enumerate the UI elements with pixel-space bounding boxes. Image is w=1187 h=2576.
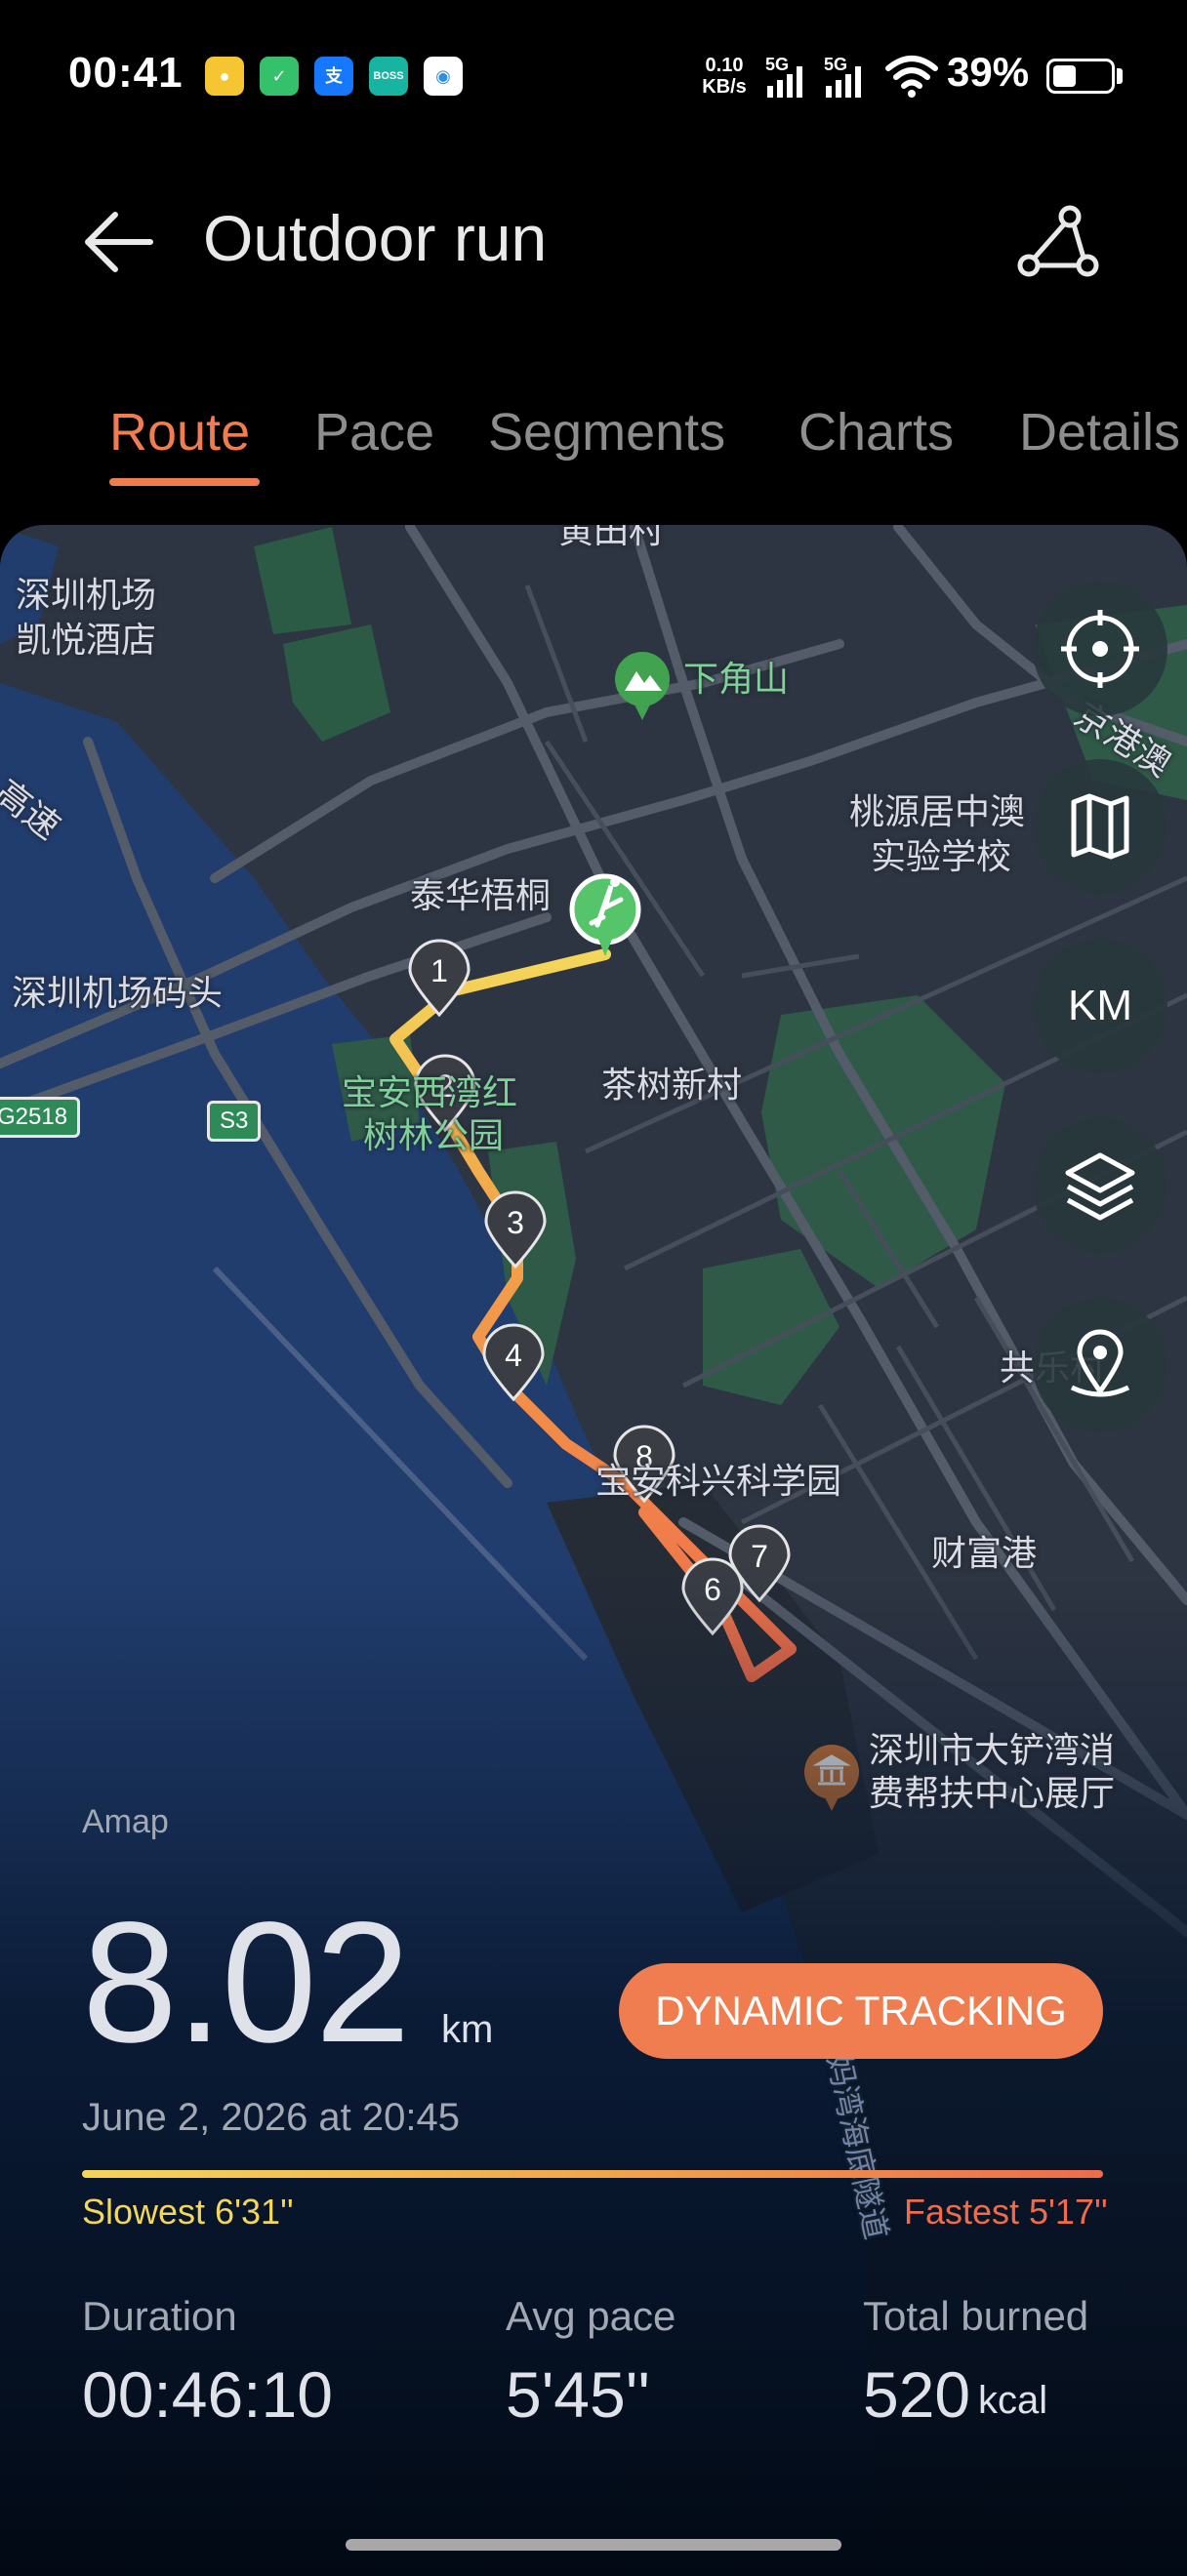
map-label: 茶树新村 — [601, 1065, 743, 1105]
active-tab-indicator — [109, 478, 260, 486]
message-notification-icon: ◉ — [424, 57, 463, 96]
dynamic-tracking-button[interactable]: DYNAMIC TRACKING — [619, 1963, 1103, 2059]
duration-value: 00:46:10 — [82, 2358, 333, 2431]
map-label: 树林公园 — [363, 1115, 505, 1155]
map-label: 深圳机场 — [16, 575, 157, 615]
tab-segments[interactable]: Segments — [488, 402, 725, 463]
map-style-button[interactable] — [1033, 759, 1167, 894]
km-toggle-button[interactable]: KM — [1033, 939, 1167, 1073]
sim1-label: 5G — [765, 55, 789, 74]
wifi-icon — [885, 56, 938, 98]
map-credit: Amap — [82, 1803, 169, 1840]
slowest-pace: Slowest 6'31'' — [82, 2192, 294, 2232]
burned-unit: kcal — [978, 2379, 1048, 2422]
duration-label: Duration — [82, 2293, 237, 2339]
map-label: 泰华梧桐 — [410, 875, 552, 915]
road-shield: G2518 — [0, 1097, 81, 1138]
tab-charts[interactable]: Charts — [798, 402, 954, 463]
battery-tip — [1117, 68, 1123, 84]
tab-route[interactable]: Route — [109, 402, 250, 463]
location-pin-icon — [1070, 1329, 1130, 1397]
distance-value: 8.02 — [82, 1887, 411, 2078]
locate-button[interactable] — [1033, 582, 1167, 716]
back-arrow-icon[interactable] — [80, 203, 158, 281]
map-label: 黄田村 — [558, 525, 665, 550]
network-speed-value: 0.10 — [705, 55, 744, 76]
status-bar: 00:41 ● ✓ 支 BOSS ◉ 0.10 KB/s 5G 5G 39% — [0, 0, 1187, 146]
battery-level — [1053, 65, 1076, 87]
app-notification-icon: ● — [205, 57, 244, 96]
km-marker-label: 1 — [430, 953, 448, 988]
alipay-notification-icon: 支 — [314, 57, 353, 96]
route-share-icon[interactable] — [1015, 203, 1101, 281]
map-label: 深圳机场码头 — [12, 973, 224, 1013]
map-label: 桃源居中澳 — [849, 791, 1026, 831]
status-time: 00:41 — [68, 49, 184, 97]
avg-pace-label: Avg pace — [506, 2293, 676, 2339]
route-point-button[interactable] — [1033, 1298, 1167, 1432]
map-label: 深圳市大铲湾消 — [869, 1730, 1116, 1770]
km-marker-label: 4 — [505, 1338, 522, 1373]
map-label: 实验学校 — [871, 836, 1012, 876]
signal-sim2-icon: 5G — [824, 55, 861, 98]
app-notification-icon: ✓ — [260, 57, 299, 96]
distance-unit: km — [441, 2008, 494, 2051]
fastest-pace: Fastest 5'17'' — [904, 2192, 1108, 2232]
route-map[interactable]: 1234678 黄田村 深圳机场 凯悦酒店 下角山 桃源居中澳 实验学校 高速 … — [0, 525, 1187, 2576]
pace-gradient-bar — [82, 2170, 1103, 2178]
network-speed: 0.10 KB/s — [695, 55, 754, 98]
map-icon — [1071, 793, 1129, 860]
km-marker-label: 3 — [507, 1205, 524, 1240]
road-shield: S3 — [207, 1101, 262, 1142]
home-indicator[interactable] — [346, 2539, 841, 2551]
sim2-label: 5G — [824, 55, 847, 74]
battery-icon — [1046, 59, 1115, 94]
boss-notification-icon: BOSS — [369, 57, 408, 96]
tab-pace[interactable]: Pace — [314, 402, 434, 463]
workout-date: June 2, 2026 at 20:45 — [82, 2096, 460, 2139]
burned-value: 520 — [863, 2358, 971, 2431]
map-label: 宝安科兴科学园 — [595, 1461, 842, 1501]
network-speed-unit: KB/s — [702, 76, 747, 98]
map-label: 凯悦酒店 — [16, 620, 157, 660]
avg-pace-value: 5'45'' — [506, 2358, 650, 2431]
map-label: 下角山 — [683, 659, 790, 699]
battery-percent: 39% — [947, 49, 1030, 95]
signal-sim1-icon: 5G — [765, 55, 802, 98]
burned-label: Total burned — [863, 2293, 1089, 2339]
locate-icon — [1061, 610, 1139, 688]
map-label: 财富港 — [931, 1533, 1038, 1573]
page-title: Outdoor run — [203, 202, 548, 274]
km-label: KM — [1068, 982, 1132, 1029]
map-label: 费帮扶中心展厅 — [869, 1773, 1116, 1813]
tab-details[interactable]: Details — [1019, 402, 1180, 463]
layers-icon — [1065, 1152, 1135, 1221]
layers-button[interactable] — [1033, 1118, 1167, 1253]
map-label: 宝安西湾红 — [342, 1072, 518, 1112]
